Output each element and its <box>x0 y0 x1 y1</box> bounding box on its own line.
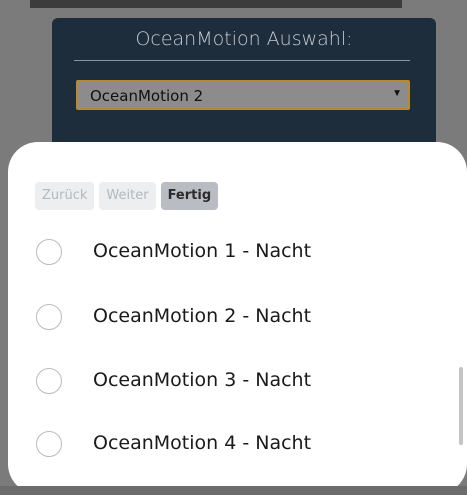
option-item-3[interactable]: OceanMotion 3 - Nacht <box>8 357 467 407</box>
dropdown-arrow-icon: ▼ <box>392 88 402 99</box>
list-scrollbar[interactable] <box>459 367 463 445</box>
radio-button[interactable] <box>36 304 62 330</box>
radio-button[interactable] <box>36 239 62 265</box>
panel-divider <box>74 60 410 61</box>
select-value: OceanMotion 2 <box>90 87 204 105</box>
done-button[interactable]: Fertig <box>160 182 219 210</box>
panel-title: OceanMotion Auswahl: <box>135 28 353 50</box>
option-item-1[interactable]: OceanMotion 1 - Nacht <box>8 228 467 278</box>
option-label: OceanMotion 3 - Nacht <box>93 369 312 391</box>
oceanmotion-select[interactable]: OceanMotion 2 ▼ <box>76 80 410 110</box>
picker-nav: Zurück Weiter Fertig <box>35 182 219 210</box>
top-edge-bar <box>30 0 402 8</box>
option-label: OceanMotion 4 - Nacht <box>93 432 312 454</box>
bottom-edge <box>0 486 467 495</box>
option-item-4[interactable]: OceanMotion 4 - Nacht <box>8 420 467 470</box>
next-button[interactable]: Weiter <box>99 182 156 210</box>
back-button[interactable]: Zurück <box>35 182 95 210</box>
option-label: OceanMotion 1 - Nacht <box>93 240 312 262</box>
radio-button[interactable] <box>36 431 62 457</box>
radio-button[interactable] <box>36 368 62 394</box>
option-item-2[interactable]: OceanMotion 2 - Nacht <box>8 293 467 343</box>
picker-sheet: Zurück Weiter Fertig OceanMotion 1 - Nac… <box>8 142 467 494</box>
option-label: OceanMotion 2 - Nacht <box>93 305 312 327</box>
